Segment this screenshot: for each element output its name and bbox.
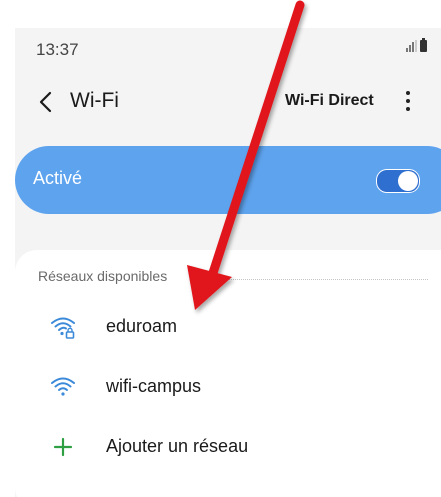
status-bar: 13:37 xyxy=(15,28,441,68)
back-arrow-icon[interactable] xyxy=(36,89,58,115)
add-network-button[interactable]: Ajouter un réseau xyxy=(15,422,441,472)
wifi-icon xyxy=(51,377,75,396)
wifi-toggle-card[interactable]: Activé xyxy=(15,146,441,214)
network-item-eduroam[interactable]: eduroam xyxy=(15,302,441,352)
switch-knob xyxy=(398,171,418,191)
network-name: eduroam xyxy=(106,316,178,336)
more-options-icon[interactable] xyxy=(402,91,414,113)
networks-card: Réseaux disponibles eduroam wifi-campus xyxy=(15,250,441,497)
battery-icon xyxy=(420,38,427,52)
add-network-label: Ajouter un réseau xyxy=(106,436,249,456)
wifi-toggle-label: Activé xyxy=(33,168,83,188)
phone-screen: 13:37 Wi-Fi Wi-Fi Direct Activé Réseaux … xyxy=(15,28,441,497)
signal-icon xyxy=(406,40,417,52)
status-icons xyxy=(406,38,427,52)
wifi-toggle-switch[interactable] xyxy=(376,169,420,193)
status-time: 13:37 xyxy=(36,40,79,59)
section-divider xyxy=(205,279,428,280)
app-header: Wi-Fi Wi-Fi Direct xyxy=(15,80,441,124)
available-networks-header: Réseaux disponibles xyxy=(38,268,168,284)
plus-icon xyxy=(53,437,73,457)
network-name: wifi-campus xyxy=(106,376,202,396)
page-title: Wi-Fi xyxy=(70,89,119,112)
network-item-wifi-campus[interactable]: wifi-campus xyxy=(15,362,441,412)
wifi-secured-icon xyxy=(51,317,75,339)
wifi-direct-button[interactable]: Wi-Fi Direct xyxy=(285,92,374,110)
